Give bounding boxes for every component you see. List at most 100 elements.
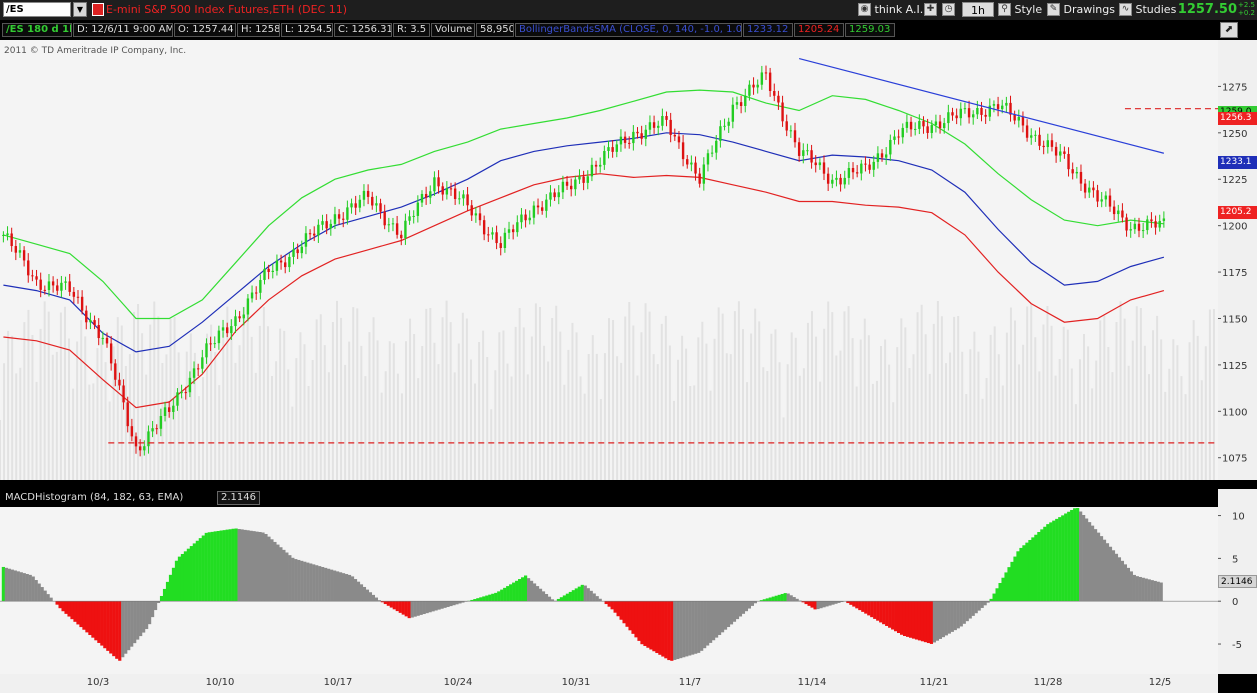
candle-body [234, 316, 237, 327]
candle-body [520, 214, 523, 223]
style-button[interactable]: ⚲ Style [998, 2, 1042, 17]
candle-body [420, 193, 424, 203]
volume-label: Volume [431, 23, 475, 37]
candle-body [1067, 153, 1070, 170]
candle-body [1005, 102, 1008, 106]
candle-body [727, 121, 730, 126]
candle-body [172, 405, 175, 412]
candle-body [955, 115, 958, 119]
bollinger-label[interactable]: BollingerBandsSMA (CLOSE, 0, 140, -1.0, … [515, 23, 742, 37]
candle-body [607, 147, 610, 152]
macd-plot[interactable] [0, 507, 1218, 674]
y-tick-label: 1225 [1222, 175, 1247, 186]
copyright-text: 2011 © TD Ameritrade IP Company, Inc. [4, 46, 187, 56]
style-icon: ⚲ [998, 3, 1011, 16]
style-label: Style [1014, 3, 1043, 16]
candle-body [1158, 220, 1161, 228]
drawings-button[interactable]: ✎ Drawings [1047, 2, 1115, 17]
candle-body [951, 112, 954, 116]
flag-icon [92, 3, 104, 16]
candle-body [143, 446, 146, 451]
macd-label[interactable]: MACDHistogram (84, 182, 63, EMA) [5, 492, 183, 503]
x-tick-label: 11/28 [1033, 677, 1063, 688]
candle-body [507, 229, 511, 233]
candle-body [437, 177, 440, 187]
y-tick-label: 1275 [1222, 82, 1247, 93]
think-ai-button[interactable]: ◉ think A.I. [858, 2, 923, 17]
crosshair-icon: ✚ [924, 3, 937, 16]
candle-body [860, 163, 863, 174]
chart-settings-icon[interactable]: ⬈ [1220, 22, 1238, 38]
candle-body [366, 190, 370, 197]
candle-body [358, 199, 362, 208]
candle-body [101, 337, 105, 339]
studies-label: Studies [1135, 3, 1177, 16]
candle-body [217, 330, 221, 344]
candle-body [702, 164, 706, 184]
candle-body [528, 217, 531, 221]
clock-tool-button[interactable]: ◷ [942, 2, 955, 17]
candle-body [1162, 218, 1166, 221]
candle-body [109, 343, 113, 364]
price-plot[interactable] [0, 40, 1218, 480]
candle-body [615, 144, 618, 152]
candle-body [1021, 116, 1025, 126]
candle-body [893, 136, 896, 140]
crosshair-tool-button[interactable]: ✚ [924, 2, 937, 17]
candle-body [694, 162, 697, 174]
symbol-dropdown-icon[interactable]: ▼ [73, 2, 87, 17]
candle-body [18, 250, 22, 253]
x-tick-label: 10/3 [86, 677, 110, 688]
candle-body [681, 142, 685, 160]
candle-body [470, 205, 473, 216]
candle-body [777, 95, 780, 103]
candle-body [267, 268, 270, 272]
candle-body [491, 232, 494, 235]
macd-tag: 2.1146 [1218, 575, 1257, 588]
candle-body [623, 136, 627, 143]
candle-body [31, 275, 34, 277]
candle-body [400, 234, 403, 239]
time-axis: 10/3 10/10 10/17 10/24 10/31 11/7 11/14 11/21 11… [0, 674, 1218, 693]
candle-body [574, 179, 577, 190]
candle-body [640, 133, 643, 139]
candle-body [333, 214, 337, 224]
candle-body [379, 203, 382, 212]
candle-body [868, 164, 871, 170]
candle-body [56, 285, 59, 291]
candle-body [826, 173, 830, 184]
x-tick-label: 11/21 [919, 677, 949, 688]
candle-body [205, 343, 208, 358]
candle-body [524, 214, 527, 221]
symbol-input[interactable]: /ES [3, 2, 71, 17]
candle-body [918, 121, 921, 129]
candle-body [569, 185, 573, 190]
candle-body [967, 108, 971, 118]
candle-body [466, 194, 469, 206]
macd-y-tick-label: -5 [1232, 640, 1242, 651]
candle-body [909, 121, 913, 130]
candle-body [773, 90, 776, 96]
candle-body [93, 320, 96, 326]
candle-body [10, 233, 13, 247]
globe-icon: ◉ [858, 3, 871, 16]
candle-body [806, 150, 809, 152]
candle-body [1054, 146, 1058, 156]
candle-body [723, 125, 726, 127]
candle-body [768, 72, 772, 91]
timeframe-button[interactable]: 1h [962, 2, 994, 17]
pane-separator[interactable] [0, 480, 1257, 489]
candle-body [213, 343, 216, 345]
bar-date: D: 12/6/11 9:00 AM [73, 23, 173, 37]
candle-body [926, 126, 929, 133]
candle-body [85, 310, 88, 323]
candle-body [1129, 229, 1132, 231]
candle-body [362, 190, 366, 200]
drawings-label: Drawings [1063, 3, 1115, 16]
candle-body [68, 281, 71, 292]
candle-body [889, 139, 892, 155]
studies-button[interactable]: ∿ Studies [1119, 2, 1176, 17]
candle-body [462, 194, 465, 199]
candle-body [922, 121, 925, 127]
candle-body [1133, 223, 1137, 230]
